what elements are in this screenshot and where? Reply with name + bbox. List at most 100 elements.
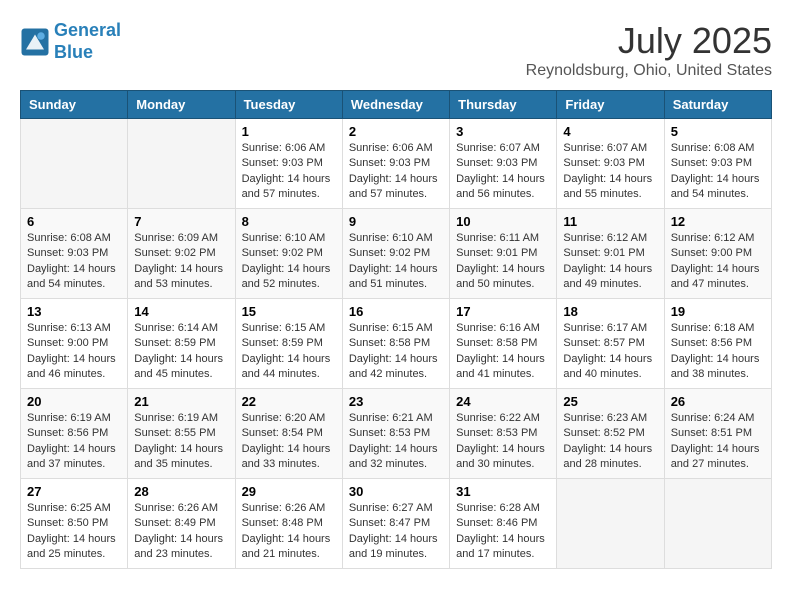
logo-icon bbox=[20, 27, 50, 57]
day-info: Sunrise: 6:13 AM Sunset: 9:00 PM Dayligh… bbox=[27, 321, 121, 383]
day-info: Sunrise: 6:16 AM Sunset: 8:58 PM Dayligh… bbox=[456, 321, 550, 383]
day-number: 27 bbox=[27, 484, 121, 499]
day-number: 14 bbox=[134, 304, 228, 319]
day-number: 11 bbox=[563, 214, 657, 229]
day-cell: 18 Sunrise: 6:17 AM Sunset: 8:57 PM Dayli… bbox=[557, 299, 664, 389]
day-cell: 2 Sunrise: 6:06 AM Sunset: 9:03 PM Daylig… bbox=[342, 119, 449, 209]
day-cell: 12Sunrise: 6:12 AM Sunset: 9:00 PM Dayli… bbox=[664, 209, 771, 299]
day-info: Sunrise: 6:07 AM Sunset: 9:03 PM Dayligh… bbox=[563, 141, 657, 203]
title-area: July 2025 Reynoldsburg, Ohio, United Sta… bbox=[526, 20, 772, 80]
day-info: Sunrise: 6:24 AM Sunset: 8:51 PM Dayligh… bbox=[671, 411, 765, 473]
day-cell bbox=[21, 119, 128, 209]
day-cell: 6 Sunrise: 6:08 AM Sunset: 9:03 PM Daylig… bbox=[21, 209, 128, 299]
day-info: Sunrise: 6:06 AM Sunset: 9:03 PM Dayligh… bbox=[349, 141, 443, 203]
logo-text: General Blue bbox=[54, 20, 121, 63]
day-info: Sunrise: 6:06 AM Sunset: 9:03 PM Dayligh… bbox=[242, 141, 336, 203]
day-cell: 11Sunrise: 6:12 AM Sunset: 9:01 PM Dayli… bbox=[557, 209, 664, 299]
day-info: Sunrise: 6:15 AM Sunset: 8:59 PM Dayligh… bbox=[242, 321, 336, 383]
weekday-header-sunday: Sunday bbox=[21, 91, 128, 119]
day-cell: 14 Sunrise: 6:14 AM Sunset: 8:59 PM Dayli… bbox=[128, 299, 235, 389]
month-year-title: July 2025 bbox=[526, 20, 772, 62]
day-cell: 1 Sunrise: 6:06 AM Sunset: 9:03 PM Daylig… bbox=[235, 119, 342, 209]
day-cell: 16Sunrise: 6:15 AM Sunset: 8:58 PM Dayli… bbox=[342, 299, 449, 389]
page-header: General Blue July 2025 Reynoldsburg, Ohi… bbox=[20, 20, 772, 80]
day-cell bbox=[128, 119, 235, 209]
day-cell: 29 Sunrise: 6:26 AM Sunset: 8:48 PM Dayli… bbox=[235, 479, 342, 569]
day-info: Sunrise: 6:28 AM Sunset: 8:46 PM Dayligh… bbox=[456, 501, 550, 563]
weekday-header-row: SundayMondayTuesdayWednesdayThursdayFrid… bbox=[21, 91, 772, 119]
day-info: Sunrise: 6:10 AM Sunset: 9:02 PM Dayligh… bbox=[242, 231, 336, 293]
day-info: Sunrise: 6:25 AM Sunset: 8:50 PM Dayligh… bbox=[27, 501, 121, 563]
day-cell: 10 Sunrise: 6:11 AM Sunset: 9:01 PM Dayli… bbox=[450, 209, 557, 299]
day-info: Sunrise: 6:08 AM Sunset: 9:03 PM Dayligh… bbox=[671, 141, 765, 203]
weekday-header-thursday: Thursday bbox=[450, 91, 557, 119]
logo-line2: Blue bbox=[54, 42, 93, 62]
logo-line1: General bbox=[54, 20, 121, 40]
day-cell: 21 Sunrise: 6:19 AM Sunset: 8:55 PM Dayli… bbox=[128, 389, 235, 479]
day-number: 13 bbox=[27, 304, 121, 319]
day-cell: 25 Sunrise: 6:23 AM Sunset: 8:52 PM Dayli… bbox=[557, 389, 664, 479]
day-number: 3 bbox=[456, 124, 550, 139]
day-cell: 24Sunrise: 6:22 AM Sunset: 8:53 PM Dayli… bbox=[450, 389, 557, 479]
day-cell: 8 Sunrise: 6:10 AM Sunset: 9:02 PM Daylig… bbox=[235, 209, 342, 299]
day-number: 25 bbox=[563, 394, 657, 409]
day-number: 20 bbox=[27, 394, 121, 409]
day-info: Sunrise: 6:17 AM Sunset: 8:57 PM Dayligh… bbox=[563, 321, 657, 383]
day-info: Sunrise: 6:07 AM Sunset: 9:03 PM Dayligh… bbox=[456, 141, 550, 203]
day-cell: 7 Sunrise: 6:09 AM Sunset: 9:02 PM Daylig… bbox=[128, 209, 235, 299]
day-info: Sunrise: 6:19 AM Sunset: 8:55 PM Dayligh… bbox=[134, 411, 228, 473]
day-info: Sunrise: 6:15 AM Sunset: 8:58 PM Dayligh… bbox=[349, 321, 443, 383]
weekday-header-monday: Monday bbox=[128, 91, 235, 119]
day-info: Sunrise: 6:09 AM Sunset: 9:02 PM Dayligh… bbox=[134, 231, 228, 293]
day-number: 23 bbox=[349, 394, 443, 409]
day-number: 7 bbox=[134, 214, 228, 229]
day-number: 6 bbox=[27, 214, 121, 229]
day-cell: 30Sunrise: 6:27 AM Sunset: 8:47 PM Dayli… bbox=[342, 479, 449, 569]
day-cell: 15 Sunrise: 6:15 AM Sunset: 8:59 PM Dayli… bbox=[235, 299, 342, 389]
day-number: 1 bbox=[242, 124, 336, 139]
day-info: Sunrise: 6:08 AM Sunset: 9:03 PM Dayligh… bbox=[27, 231, 121, 293]
week-row-3: 13 Sunrise: 6:13 AM Sunset: 9:00 PM Dayli… bbox=[21, 299, 772, 389]
day-info: Sunrise: 6:23 AM Sunset: 8:52 PM Dayligh… bbox=[563, 411, 657, 473]
day-number: 22 bbox=[242, 394, 336, 409]
day-number: 8 bbox=[242, 214, 336, 229]
day-info: Sunrise: 6:18 AM Sunset: 8:56 PM Dayligh… bbox=[671, 321, 765, 383]
day-number: 4 bbox=[563, 124, 657, 139]
location-subtitle: Reynoldsburg, Ohio, United States bbox=[526, 62, 772, 80]
day-number: 26 bbox=[671, 394, 765, 409]
day-cell: 23 Sunrise: 6:21 AM Sunset: 8:53 PM Dayli… bbox=[342, 389, 449, 479]
week-row-1: 1 Sunrise: 6:06 AM Sunset: 9:03 PM Daylig… bbox=[21, 119, 772, 209]
day-cell: 26 Sunrise: 6:24 AM Sunset: 8:51 PM Dayli… bbox=[664, 389, 771, 479]
day-number: 19 bbox=[671, 304, 765, 319]
day-number: 31 bbox=[456, 484, 550, 499]
day-info: Sunrise: 6:21 AM Sunset: 8:53 PM Dayligh… bbox=[349, 411, 443, 473]
day-cell: 4 Sunrise: 6:07 AM Sunset: 9:03 PM Daylig… bbox=[557, 119, 664, 209]
day-number: 12 bbox=[671, 214, 765, 229]
logo: General Blue bbox=[20, 20, 121, 63]
day-number: 10 bbox=[456, 214, 550, 229]
day-cell: 3 Sunrise: 6:07 AM Sunset: 9:03 PM Daylig… bbox=[450, 119, 557, 209]
day-number: 15 bbox=[242, 304, 336, 319]
day-number: 30 bbox=[349, 484, 443, 499]
day-cell: 13 Sunrise: 6:13 AM Sunset: 9:00 PM Dayli… bbox=[21, 299, 128, 389]
day-info: Sunrise: 6:26 AM Sunset: 8:48 PM Dayligh… bbox=[242, 501, 336, 563]
day-cell: 31 Sunrise: 6:28 AM Sunset: 8:46 PM Dayli… bbox=[450, 479, 557, 569]
week-row-2: 6 Sunrise: 6:08 AM Sunset: 9:03 PM Daylig… bbox=[21, 209, 772, 299]
day-cell bbox=[557, 479, 664, 569]
day-number: 9 bbox=[349, 214, 443, 229]
day-number: 2 bbox=[349, 124, 443, 139]
day-cell: 9Sunrise: 6:10 AM Sunset: 9:02 PM Daylig… bbox=[342, 209, 449, 299]
weekday-header-saturday: Saturday bbox=[664, 91, 771, 119]
day-number: 21 bbox=[134, 394, 228, 409]
day-info: Sunrise: 6:26 AM Sunset: 8:49 PM Dayligh… bbox=[134, 501, 228, 563]
week-row-5: 27 Sunrise: 6:25 AM Sunset: 8:50 PM Dayli… bbox=[21, 479, 772, 569]
day-cell: 19 Sunrise: 6:18 AM Sunset: 8:56 PM Dayli… bbox=[664, 299, 771, 389]
day-info: Sunrise: 6:14 AM Sunset: 8:59 PM Dayligh… bbox=[134, 321, 228, 383]
day-number: 18 bbox=[563, 304, 657, 319]
day-number: 17 bbox=[456, 304, 550, 319]
day-number: 29 bbox=[242, 484, 336, 499]
day-cell: 27 Sunrise: 6:25 AM Sunset: 8:50 PM Dayli… bbox=[21, 479, 128, 569]
week-row-4: 20Sunrise: 6:19 AM Sunset: 8:56 PM Dayli… bbox=[21, 389, 772, 479]
day-number: 5 bbox=[671, 124, 765, 139]
day-info: Sunrise: 6:11 AM Sunset: 9:01 PM Dayligh… bbox=[456, 231, 550, 293]
